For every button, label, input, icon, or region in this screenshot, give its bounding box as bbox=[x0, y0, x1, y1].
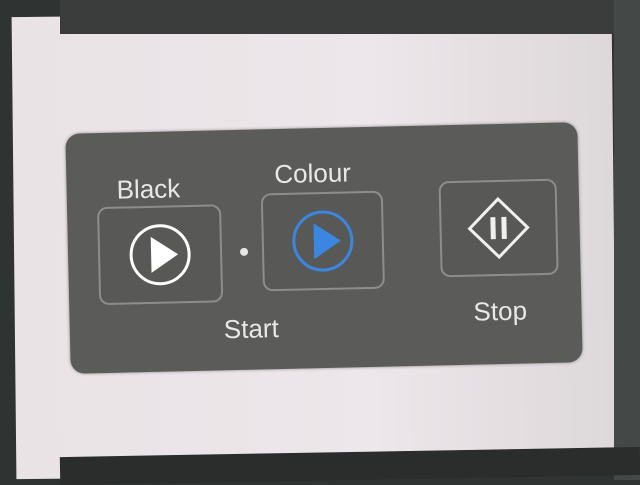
device-frame-right bbox=[614, 0, 640, 480]
start-label: Start bbox=[223, 313, 280, 345]
control-panel: Black Colour Start Stop bbox=[65, 122, 583, 374]
black-start-button[interactable] bbox=[97, 204, 224, 306]
play-circle-icon bbox=[292, 210, 354, 272]
diamond-pause-icon bbox=[467, 196, 530, 260]
device-frame-top bbox=[60, 0, 640, 34]
colour-start-button[interactable] bbox=[260, 190, 385, 292]
colour-label: Colour bbox=[273, 157, 352, 190]
black-label: Black bbox=[116, 173, 181, 205]
stop-label: Stop bbox=[473, 295, 528, 327]
indicator-dot bbox=[239, 247, 249, 256]
play-circle-icon bbox=[129, 224, 191, 286]
stop-button[interactable] bbox=[438, 178, 559, 278]
